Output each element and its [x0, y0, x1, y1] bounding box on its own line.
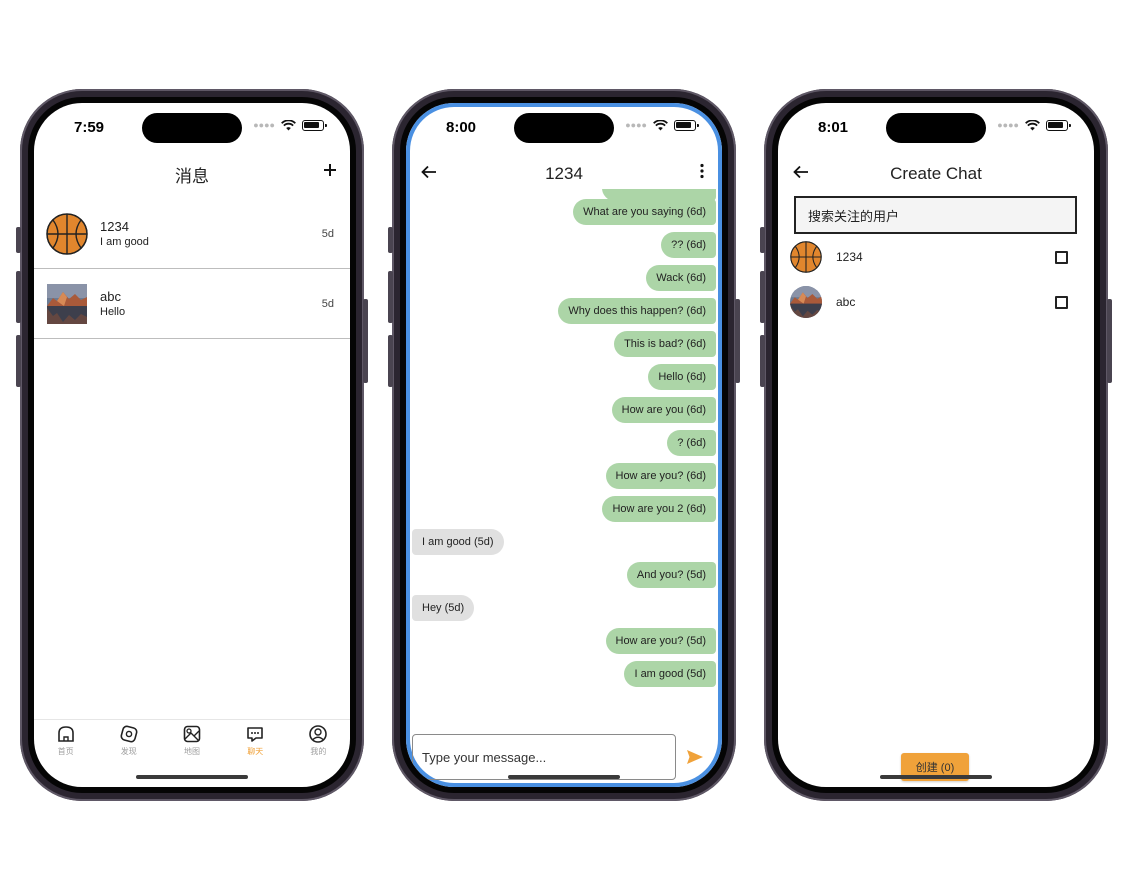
home-indicator — [508, 775, 620, 779]
tab-label: 首页 — [57, 747, 74, 756]
message-bubble-sent: I am good (5d) — [624, 661, 716, 687]
message-bubble-sent: How are you? (6d) — [605, 463, 716, 489]
signal-icon: ●●●● — [625, 120, 647, 130]
status-time: 8:01 — [818, 119, 849, 136]
tab-label: 发现 — [120, 747, 137, 756]
tab-label: 聊天 — [247, 747, 264, 756]
status-icons: ●●●● — [253, 120, 327, 131]
battery-icon — [302, 120, 327, 131]
message-bubble-sent: Wack (6d) — [646, 265, 716, 291]
wifi-icon — [1025, 120, 1040, 131]
search-users-placeholder: 搜索关注的用户 — [808, 208, 900, 224]
message-list: What are you saying (6d) ?? (6d) Wack (6… — [406, 189, 722, 715]
message-bubble-received: I am good (5d) — [412, 529, 504, 555]
conversation-time: 5d — [321, 228, 334, 240]
phone-frame-messages: 7:59 ●●●● 消息 1234 I am good 5d abc Hello… — [16, 89, 368, 801]
status-time: 8:00 — [446, 119, 477, 136]
battery-icon — [1046, 120, 1071, 131]
conversation-row[interactable]: abc Hello 5d — [34, 269, 350, 339]
status-icons: ●●●● — [625, 120, 699, 131]
dynamic-island — [142, 113, 242, 143]
message-bubble-sent: This is bad? (6d) — [614, 331, 716, 357]
search-users-input[interactable]: 搜索关注的用户 — [794, 196, 1077, 234]
tab-home[interactable]: 首页 — [34, 720, 97, 763]
back-arrow-icon[interactable] — [792, 163, 810, 181]
chat-icon — [247, 727, 264, 742]
message-bubble-sent: ?? (6d) — [661, 232, 716, 258]
message-input[interactable]: Type your message... — [412, 734, 676, 780]
top-bar: 1234 — [406, 161, 722, 187]
messages-screen: 7:59 ●●●● 消息 1234 I am good 5d abc Hello… — [34, 103, 350, 787]
message-input-placeholder: Type your message... — [422, 749, 547, 765]
profile-icon — [309, 725, 328, 743]
message-bubble-received: Hey (5d) — [412, 595, 475, 621]
home-indicator — [136, 775, 248, 779]
message-bubble-sent: Hello (6d) — [648, 364, 716, 390]
battery-icon — [674, 120, 699, 131]
landscape-photo-avatar — [790, 286, 822, 318]
page-title: Create Chat — [890, 164, 982, 183]
message-bubble-sent: How are you (6d) — [611, 397, 716, 423]
chat-title: 1234 — [545, 164, 583, 183]
map-image-icon — [183, 725, 201, 743]
user-checkbox[interactable] — [1055, 251, 1068, 264]
dynamic-island — [514, 113, 614, 143]
basketball-avatar — [46, 213, 88, 255]
page-title: 消息 — [175, 166, 209, 186]
tab-chat[interactable]: 聊天 — [224, 720, 287, 763]
phone-frame-chat: 8:00 ●●●● 1234 What are you saying (6d) … — [388, 89, 740, 801]
conversation-time: 5d — [321, 298, 334, 310]
compass-icon — [120, 725, 138, 743]
home-indicator — [880, 775, 992, 779]
conversation-last-message: I am good — [100, 236, 149, 248]
message-bubble-sent: ? (6d) — [667, 430, 716, 456]
message-bubble-sent: And you? (5d) — [626, 562, 716, 588]
message-bubble-sent: How are you? (5d) — [605, 628, 716, 654]
conversation-last-message: Hello — [100, 306, 126, 318]
tab-discover[interactable]: 发现 — [97, 720, 160, 763]
conversation-row[interactable]: 1234 I am good 5d — [34, 199, 350, 269]
tab-label: 我的 — [310, 747, 327, 756]
top-bar: Create Chat — [778, 161, 1094, 187]
home-icon — [57, 726, 74, 742]
user-checkbox[interactable] — [1055, 296, 1068, 309]
landscape-photo-avatar — [47, 284, 87, 324]
user-select-row[interactable]: abc — [778, 280, 1094, 324]
status-icons: ●●●● — [997, 120, 1071, 131]
user-name: abc — [836, 295, 856, 309]
phone-frame-create-chat: 8:01 ●●●● Create Chat 搜索关注的用户 1234 abc 创… — [760, 89, 1112, 801]
chat-screen: 8:00 ●●●● 1234 What are you saying (6d) … — [406, 103, 722, 787]
message-bubble-sent: Why does this happen? (6d) — [558, 298, 716, 324]
user-name: 1234 — [836, 250, 863, 264]
message-bubble-sent: What are you saying (6d) — [573, 199, 716, 225]
signal-icon: ●●●● — [253, 120, 275, 130]
basketball-avatar — [790, 241, 822, 273]
tab-label: 地图 — [184, 747, 200, 756]
tab-map[interactable]: 地图 — [160, 720, 223, 763]
wifi-icon — [653, 120, 668, 131]
top-bar: 消息 — [34, 161, 350, 187]
tab-profile[interactable]: 我的 — [287, 720, 350, 763]
more-vertical-icon[interactable] — [694, 162, 710, 180]
back-arrow-icon[interactable] — [420, 163, 438, 181]
status-time: 7:59 — [74, 119, 105, 136]
add-icon[interactable] — [322, 162, 338, 178]
conversation-name: 1234 — [100, 219, 129, 234]
create-chat-screen: 8:01 ●●●● Create Chat 搜索关注的用户 1234 abc 创… — [778, 103, 1094, 787]
signal-icon: ●●●● — [997, 120, 1019, 130]
conversation-list: 1234 I am good 5d abc Hello 5d — [34, 199, 350, 339]
message-bubble-sent: How are you 2 (6d) — [602, 496, 716, 522]
user-select-row[interactable]: 1234 — [778, 235, 1094, 279]
send-icon[interactable] — [686, 749, 704, 765]
wifi-icon — [281, 120, 296, 131]
conversation-name: abc — [100, 289, 121, 304]
bottom-tab-bar: 首页 发现 地图 聊天 我的 — [34, 719, 350, 763]
dynamic-island — [886, 113, 986, 143]
